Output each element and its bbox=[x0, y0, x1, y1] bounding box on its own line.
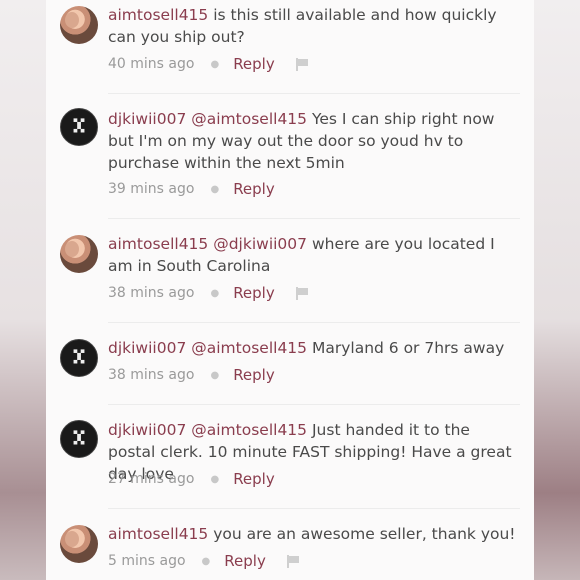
avatar-logo: ▀▄▀ ▄▀▄ bbox=[73, 119, 85, 133]
dot-separator: ● bbox=[210, 58, 220, 70]
avatar[interactable] bbox=[60, 525, 98, 563]
timestamp: 38 mins ago bbox=[108, 285, 195, 301]
flag-icon[interactable] bbox=[286, 554, 300, 568]
comment-meta: 27 mins ago ● Reply bbox=[108, 470, 275, 488]
flag-icon[interactable] bbox=[295, 57, 309, 71]
reply-button[interactable]: Reply bbox=[233, 55, 275, 73]
timestamp: 40 mins ago bbox=[108, 56, 195, 72]
avatar[interactable]: ▀▄▀ ▄▀▄ bbox=[60, 339, 98, 377]
divider bbox=[108, 218, 520, 219]
avatar[interactable]: ▀▄▀ ▄▀▄ bbox=[60, 420, 98, 458]
mention-link[interactable]: @djkiwii007 bbox=[213, 235, 307, 253]
comment-text: aimtosell415 is this still available and… bbox=[108, 4, 518, 48]
comments-panel: aimtosell415 is this still available and… bbox=[46, 0, 534, 580]
avatar-logo: ▀▄▀ ▄▀▄ bbox=[73, 350, 85, 364]
timestamp: 27 mins ago bbox=[108, 471, 195, 487]
mention-link[interactable]: @aimtosell415 bbox=[191, 110, 307, 128]
divider bbox=[108, 508, 520, 509]
background-left bbox=[0, 0, 46, 580]
divider bbox=[108, 93, 520, 94]
mention-link[interactable]: @aimtosell415 bbox=[191, 421, 307, 439]
username-link[interactable]: djkiwii007 bbox=[108, 110, 186, 128]
dot-separator: ● bbox=[210, 473, 220, 485]
reply-button[interactable]: Reply bbox=[224, 552, 266, 570]
username-link[interactable]: djkiwii007 bbox=[108, 421, 186, 439]
avatar-logo: ▀▄▀ ▄▀▄ bbox=[73, 431, 85, 445]
comment-meta: 40 mins ago ● Reply bbox=[108, 55, 309, 73]
timestamp: 38 mins ago bbox=[108, 367, 195, 383]
timestamp: 39 mins ago bbox=[108, 181, 195, 197]
reply-button[interactable]: Reply bbox=[233, 366, 275, 384]
username-link[interactable]: aimtosell415 bbox=[108, 6, 208, 24]
comment-body: you are an awesome seller, thank you! bbox=[213, 525, 516, 543]
mention-link[interactable]: @aimtosell415 bbox=[191, 339, 307, 357]
dot-separator: ● bbox=[201, 555, 211, 567]
comment-meta: 38 mins ago ● Reply bbox=[108, 284, 309, 302]
background-right bbox=[534, 0, 580, 580]
comment-text: djkiwii007 @aimtosell415 Yes I can ship … bbox=[108, 108, 518, 174]
comment-text: djkiwii007 @aimtosell415 Maryland 6 or 7… bbox=[108, 337, 518, 359]
username-link[interactable]: aimtosell415 bbox=[108, 525, 208, 543]
timestamp: 5 mins ago bbox=[108, 553, 186, 569]
comment-text: aimtosell415 you are an awesome seller, … bbox=[108, 523, 518, 545]
comment-body: Maryland 6 or 7hrs away bbox=[311, 339, 505, 357]
username-link[interactable]: djkiwii007 bbox=[108, 339, 186, 357]
comment-meta: 38 mins ago ● Reply bbox=[108, 366, 275, 384]
comment-text: aimtosell415 @djkiwii007 where are you l… bbox=[108, 233, 518, 277]
comment-meta: 39 mins ago ● Reply bbox=[108, 180, 275, 198]
reply-button[interactable]: Reply bbox=[233, 470, 275, 488]
avatar[interactable] bbox=[60, 235, 98, 273]
username-link[interactable]: aimtosell415 bbox=[108, 235, 208, 253]
dot-separator: ● bbox=[210, 287, 220, 299]
divider bbox=[108, 322, 520, 323]
reply-button[interactable]: Reply bbox=[233, 284, 275, 302]
avatar[interactable]: ▀▄▀ ▄▀▄ bbox=[60, 108, 98, 146]
comment-meta: 5 mins ago ● Reply bbox=[108, 552, 300, 570]
dot-separator: ● bbox=[210, 183, 220, 195]
flag-icon[interactable] bbox=[295, 286, 309, 300]
reply-button[interactable]: Reply bbox=[233, 180, 275, 198]
dot-separator: ● bbox=[210, 369, 220, 381]
divider bbox=[108, 404, 520, 405]
avatar[interactable] bbox=[60, 6, 98, 44]
